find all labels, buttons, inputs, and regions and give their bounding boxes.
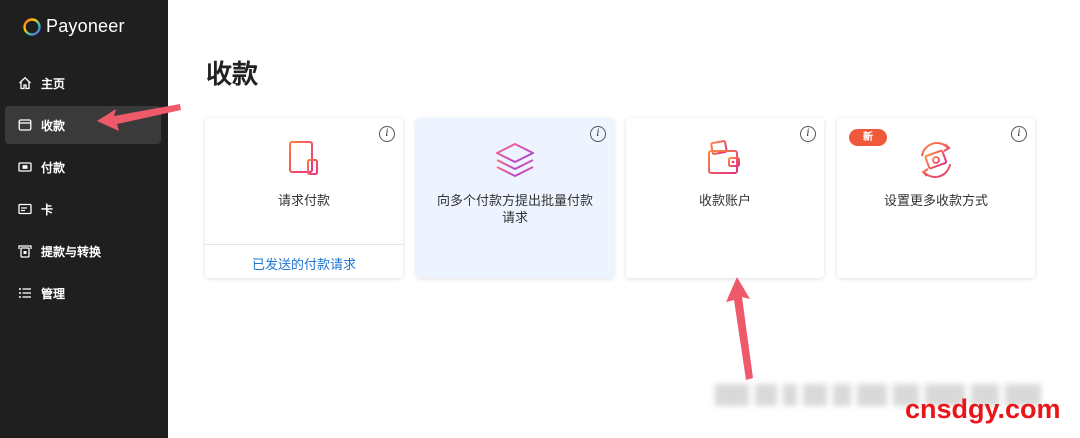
info-icon[interactable]: i [800, 126, 816, 142]
card-label: 请求付款 [277, 194, 330, 209]
sidebar-item-receive[interactable]: 收款 [5, 106, 161, 144]
info-icon[interactable]: i [1011, 126, 1027, 142]
sidebar-item-manage[interactable]: 管理 [5, 274, 161, 312]
payoneer-logo[interactable]: Payoneer [22, 16, 125, 37]
sidebar: Payoneer 主页 收款 付款 卡 提款与转换 管理 [0, 0, 168, 438]
layers-icon [496, 143, 534, 177]
exchange-cash-icon [921, 142, 951, 178]
card-divider [205, 244, 403, 245]
sidebar-item-label: 提款与转换 [41, 244, 102, 259]
sidebar-item-label: 管理 [41, 286, 66, 301]
home-icon [17, 75, 33, 91]
window-icon [17, 117, 33, 133]
sidebar-item-label: 卡 [41, 202, 54, 217]
card-batch-request[interactable]: i 向多个付款方提出批量付款请求 [416, 118, 614, 278]
withdraw-icon [17, 243, 33, 259]
arrow-to-accounts [726, 277, 753, 380]
sidebar-item-label: 主页 [41, 76, 66, 91]
list-icon [17, 285, 33, 301]
sidebar-item-pay[interactable]: 付款 [5, 148, 161, 186]
sidebar-item-label: 收款 [41, 118, 66, 133]
sidebar-item-label: 付款 [41, 160, 66, 175]
sidebar-item-home[interactable]: 主页 [5, 64, 161, 102]
sidebar-item-withdraw[interactable]: 提款与转换 [5, 232, 161, 270]
card-request-payment[interactable]: i 请求付款 已发送的付款请求 [205, 118, 403, 278]
request-document-icon [289, 141, 318, 175]
page-title: 收款 [206, 60, 259, 90]
sidebar-item-card[interactable]: 卡 [5, 190, 161, 228]
wallet-icon [708, 140, 740, 174]
info-icon[interactable]: i [379, 126, 395, 142]
sent-requests-link[interactable]: 已发送的付款请求 [205, 254, 403, 273]
brand-name: Payoneer [46, 16, 125, 36]
card-label: 收款账户 [698, 194, 751, 209]
new-badge: 新 [849, 129, 887, 146]
card-label: 设置更多收款方式 [883, 194, 988, 209]
payoneer-ring-icon [23, 17, 41, 36]
watermark-text: cnsdgy.com [905, 394, 1061, 424]
info-icon[interactable]: i [590, 126, 606, 142]
card-label: 向多个付款方提出批量付款请求 [436, 194, 593, 226]
cash-icon [17, 159, 33, 175]
card-more-methods[interactable]: 新 i 设置更多收款方式 [837, 118, 1035, 278]
card-icon [17, 201, 33, 217]
card-receiving-accounts[interactable]: i 收款账户 [626, 118, 824, 278]
